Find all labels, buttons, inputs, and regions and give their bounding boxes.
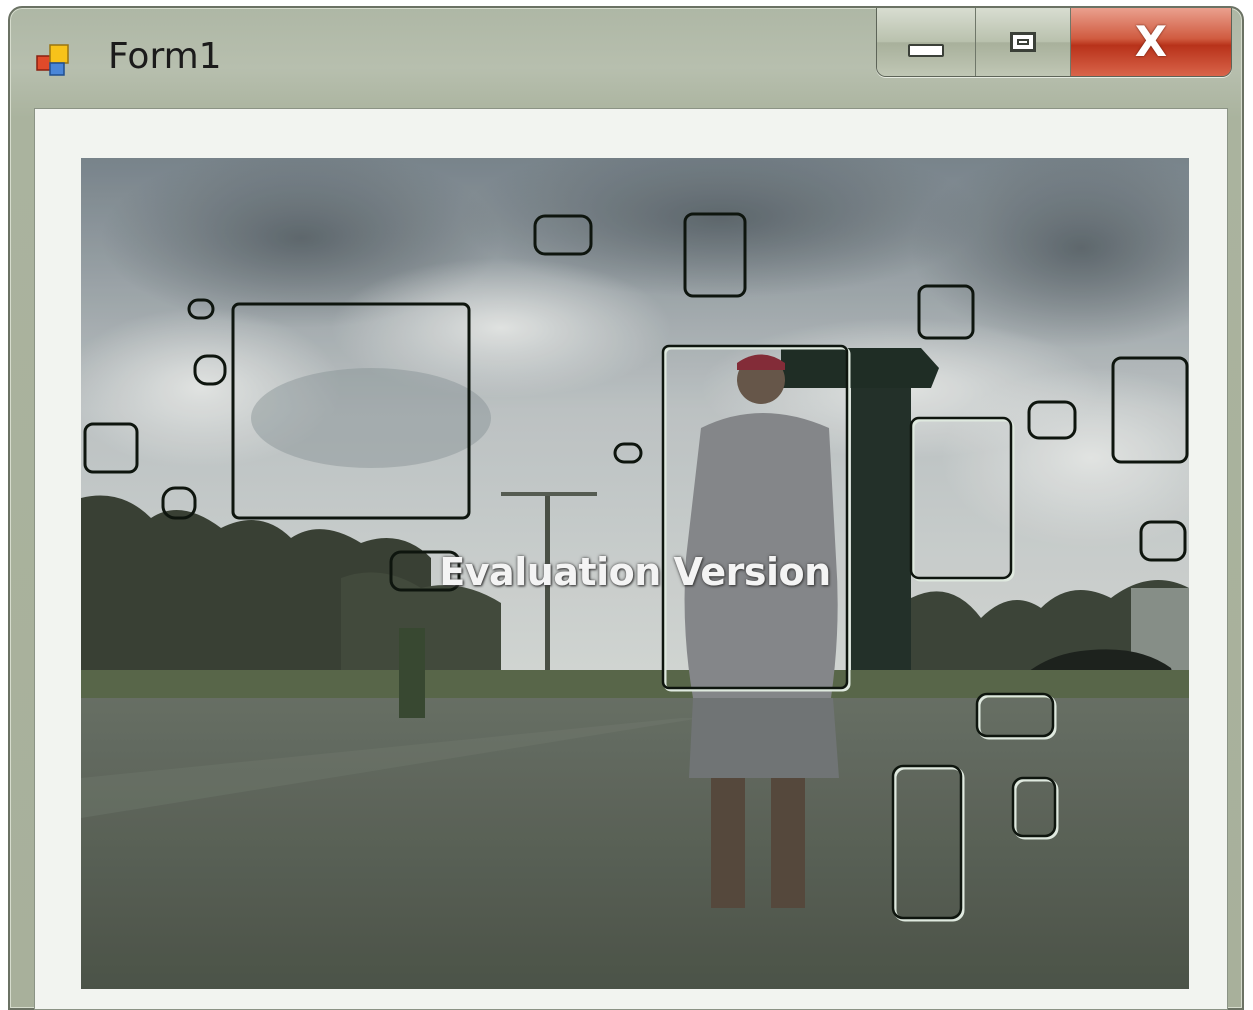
close-icon: X [1134,17,1168,66]
close-button[interactable]: X [1071,8,1231,76]
title-bar[interactable]: Form1 X [10,8,1242,106]
minimize-icon [908,43,944,57]
window-title: Form1 [108,36,222,77]
client-area: Evaluation Version [34,108,1228,1010]
caption-buttons: X [876,8,1232,77]
winforms-app-icon [36,44,69,76]
video-frame: Evaluation Version [81,158,1189,989]
app-window: Form1 X Evaluation Version [8,6,1244,1010]
minimize-button[interactable] [877,8,976,76]
evaluation-watermark: Evaluation Version [439,550,831,594]
maximize-icon [1010,32,1036,52]
maximize-button[interactable] [976,8,1071,76]
